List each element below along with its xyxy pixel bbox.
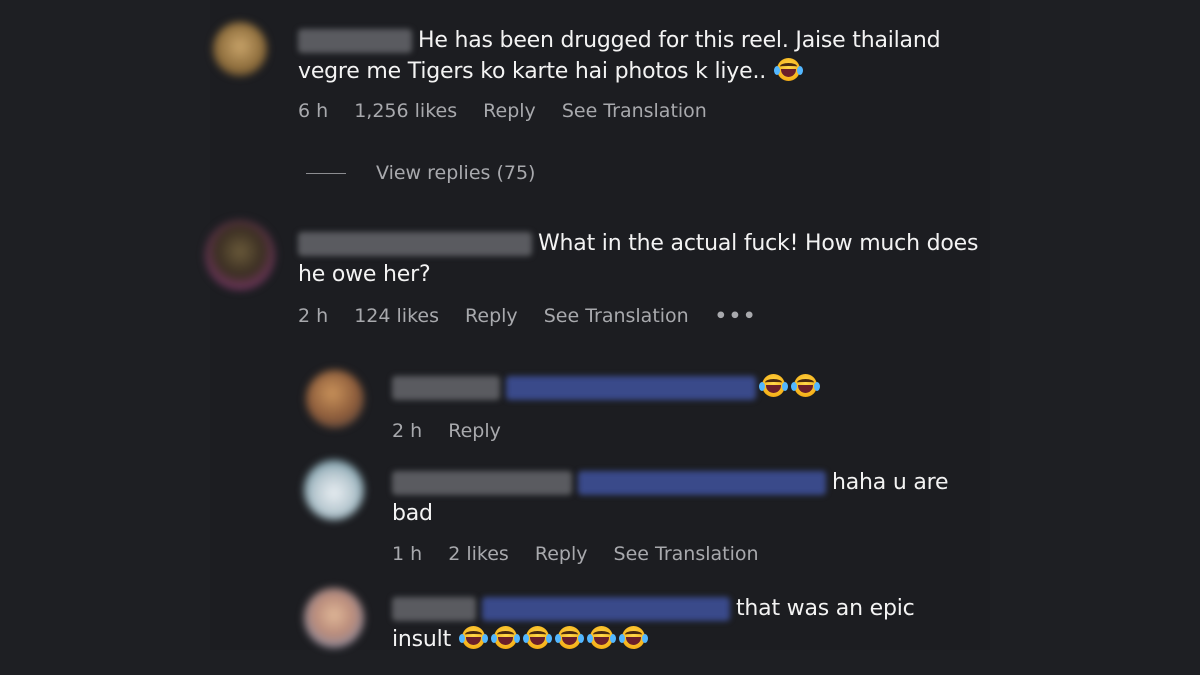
reply-text <box>392 372 992 403</box>
reply-text: that was an epic insult <box>392 593 992 655</box>
laughing-emoji-icon <box>773 58 803 81</box>
comment-meta: 2 h 124 likes Reply See Translation ••• <box>298 305 777 327</box>
see-translation-button[interactable]: See Translation <box>614 543 759 565</box>
likes-count[interactable]: 2 likes <box>448 543 509 565</box>
divider-line <box>306 173 346 174</box>
username-redacted[interactable] <box>392 471 572 495</box>
more-options-icon[interactable]: ••• <box>715 305 757 327</box>
laughing-emoji-icon <box>554 626 584 649</box>
reply-button[interactable]: Reply <box>465 305 518 327</box>
avatar[interactable] <box>304 460 364 520</box>
reply-text: haha u are bad <box>392 467 992 529</box>
mention-redacted[interactable] <box>482 597 730 621</box>
username-redacted[interactable] <box>298 232 532 256</box>
reply-button[interactable]: Reply <box>483 100 536 122</box>
likes-count[interactable]: 124 likes <box>354 305 439 327</box>
laughing-emoji-icon <box>490 626 520 649</box>
view-replies-button[interactable]: View replies (75) <box>306 162 535 184</box>
reply-button[interactable]: Reply <box>448 420 501 442</box>
avatar[interactable] <box>205 220 275 290</box>
view-replies-label: View replies (75) <box>376 162 536 184</box>
reply-meta: 2 h Reply <box>392 420 521 442</box>
laughing-emoji-icon <box>791 374 820 397</box>
reply-button[interactable]: Reply <box>535 543 588 565</box>
avatar[interactable] <box>304 588 364 648</box>
reply-body-line2: bad <box>392 501 433 526</box>
laughing-emoji-icon <box>522 626 552 649</box>
comment-meta: 6 h 1,256 likes Reply See Translation <box>298 100 727 122</box>
username-redacted[interactable] <box>298 29 412 53</box>
avatar[interactable] <box>213 22 267 76</box>
reply-body-line1: haha u are <box>832 470 949 495</box>
laughing-emoji-icon <box>586 626 616 649</box>
reply-meta: 1 h 2 likes Reply See Translation <box>392 543 779 565</box>
comment-text: What in the actual fuck! How much does h… <box>298 228 998 290</box>
avatar[interactable] <box>306 370 364 428</box>
timestamp: 2 h <box>298 305 329 327</box>
reply-body-line2: insult <box>392 627 451 652</box>
see-translation-button[interactable]: See Translation <box>544 305 689 327</box>
mention-redacted[interactable] <box>578 471 826 495</box>
likes-count[interactable]: 1,256 likes <box>354 100 457 122</box>
username-redacted[interactable] <box>392 597 476 621</box>
timestamp: 1 h <box>392 543 423 565</box>
laughing-emoji-icon <box>759 374 788 397</box>
comment-text: He has been drugged for this reel. Jaise… <box>298 25 978 87</box>
comments-screenshot: He has been drugged for this reel. Jaise… <box>0 0 1200 675</box>
username-redacted[interactable] <box>392 376 500 400</box>
timestamp: 6 h <box>298 100 329 122</box>
see-translation-button[interactable]: See Translation <box>562 100 707 122</box>
laughing-emoji-icon <box>618 626 648 649</box>
mention-redacted[interactable] <box>506 376 756 400</box>
comment-body-line2: he owe her? <box>298 262 431 287</box>
timestamp: 2 h <box>392 420 423 442</box>
comment-body-line1: What in the actual fuck! How much does <box>538 231 979 256</box>
reply-body-line1: that was an epic <box>736 596 915 621</box>
laughing-emoji-icon <box>458 626 488 649</box>
